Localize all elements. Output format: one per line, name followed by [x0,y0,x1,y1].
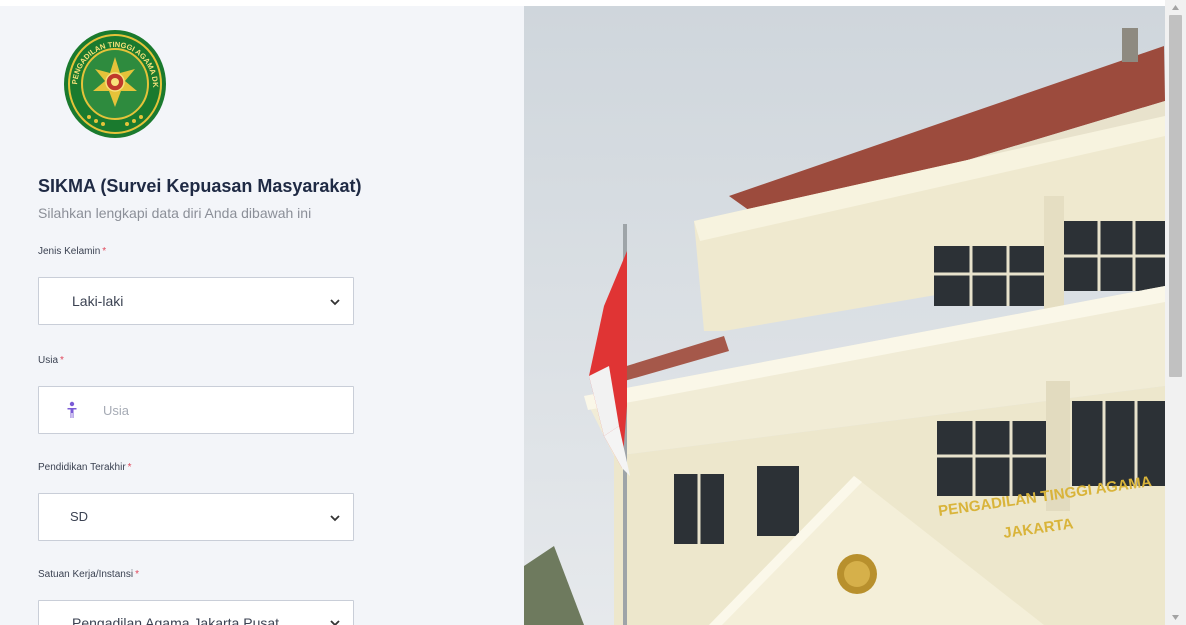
usia-input[interactable] [103,395,333,425]
required-marker: * [127,462,132,473]
scroll-up-arrow-icon[interactable] [1171,4,1180,11]
jenis-kelamin-select[interactable]: Laki-laki [38,277,354,325]
required-marker: * [135,569,139,580]
form-panel: PENGADILAN TINGGI AGAMA DKI JAKARTA SIKM… [0,6,524,625]
pendidikan-label: Pendidikan Terakhir * [38,462,132,473]
scroll-down-arrow-icon[interactable] [1171,614,1180,621]
scroll-thumb[interactable] [1169,15,1182,377]
required-marker: * [102,246,107,257]
jenis-kelamin-label-text: Jenis Kelamin [38,246,101,257]
usia-label-text: Usia [38,355,59,366]
usia-label: Usia * [38,355,64,366]
page-scrollbar[interactable] [1165,0,1186,625]
chevron-down-icon [329,617,341,625]
person-icon [66,401,78,419]
building-illustration: PENGADILAN TINGGI AGAMA JAKARTA [524,6,1165,625]
chevron-down-icon [329,296,341,308]
court-seal-logo-icon: PENGADILAN TINGGI AGAMA DKI JAKARTA [63,29,166,138]
usia-field[interactable] [38,386,354,434]
required-marker: * [60,355,64,366]
satuan-kerja-label: Satuan Kerja/Instansi * [38,569,139,580]
court-logo: PENGADILAN TINGGI AGAMA DKI JAKARTA [63,29,167,139]
building-photo: PENGADILAN TINGGI AGAMA JAKARTA [524,6,1165,625]
chevron-down-icon [329,512,341,524]
pendidikan-label-text: Pendidikan Terakhir [38,462,126,473]
page-title: SIKMA (Survei Kepuasan Masyarakat) [38,176,362,196]
satuan-kerja-value: Pengadilan Agama Jakarta Pusat [72,615,280,625]
pendidikan-value: SD [70,509,89,524]
pendidikan-select[interactable]: SD [38,493,354,541]
satuan-kerja-select[interactable]: Pengadilan Agama Jakarta Pusat [38,600,354,625]
satuan-kerja-label-text: Satuan Kerja/Instansi [38,569,134,580]
jenis-kelamin-label: Jenis Kelamin * [38,246,106,257]
jenis-kelamin-value: Laki-laki [72,293,124,309]
page-subtitle: Silahkan lengkapi data diri Anda dibawah… [38,205,312,221]
